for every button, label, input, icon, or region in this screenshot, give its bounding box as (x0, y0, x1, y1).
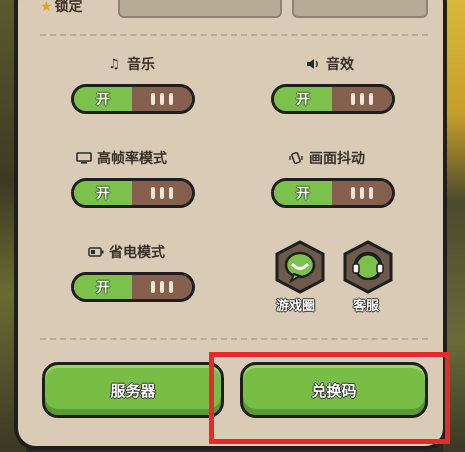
customer-service-label: 客服 (353, 299, 380, 314)
shake-icon (288, 151, 304, 165)
power-save-label-text: 省电模式 (109, 245, 165, 261)
top-row-label: ★ 锁定 (40, 0, 83, 16)
server-button[interactable]: 服务器 (42, 362, 224, 418)
sfx-toggle-knob (332, 87, 392, 111)
power-save-toggle[interactable]: 开 (71, 272, 195, 302)
music-label-text: 音乐 (127, 57, 155, 73)
high-fps-label: 高帧率模式 (76, 148, 167, 168)
music-toggle-knob (132, 87, 192, 111)
divider-bottom (40, 338, 428, 340)
game-circle-label: 游戏圈 (276, 299, 316, 314)
high-fps-toggle-knob (132, 181, 192, 205)
top-pill-right[interactable] (292, 0, 428, 18)
music-toggle-on: 开 (74, 87, 135, 111)
music-toggle[interactable]: 开 (71, 84, 195, 114)
sfx-label-text: 音效 (326, 57, 354, 73)
power-save-toggle-on: 开 (74, 275, 135, 299)
power-save-label: 省电模式 (88, 242, 165, 262)
speaker-icon (305, 57, 321, 71)
divider-top (40, 34, 428, 36)
battery-icon (88, 245, 104, 259)
screen-shake-toggle[interactable]: 开 (271, 178, 395, 208)
sfx-toggle[interactable]: 开 (271, 84, 395, 114)
monitor-icon (76, 151, 92, 165)
screen-shake-label-text: 画面抖动 (309, 151, 365, 167)
music-note-icon: ♫ (108, 56, 120, 72)
top-row-text: 锁定 (54, 0, 83, 15)
high-fps-label-text: 高帧率模式 (97, 151, 167, 167)
high-fps-toggle[interactable]: 开 (71, 178, 195, 208)
screen-shake-toggle-knob (332, 181, 392, 205)
music-label: ♫ 音乐 (106, 54, 155, 74)
headset-icon (343, 240, 393, 294)
star-icon: ★ (40, 0, 53, 15)
chat-bubble-icon (275, 240, 325, 294)
high-fps-toggle-on: 开 (74, 181, 135, 205)
screen-shake-toggle-on: 开 (274, 181, 335, 205)
sfx-label: 音效 (305, 54, 354, 74)
top-pill-left[interactable] (118, 0, 282, 18)
power-save-toggle-knob (132, 275, 192, 299)
screen-shake-label: 画面抖动 (288, 148, 365, 168)
highlight-box (209, 352, 450, 444)
sfx-toggle-on: 开 (274, 87, 335, 111)
